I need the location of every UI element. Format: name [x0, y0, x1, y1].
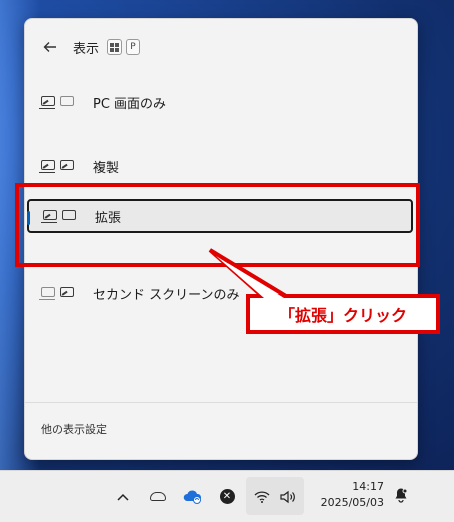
- keyboard-shortcut: P: [107, 39, 141, 55]
- show-hidden-icons-chevron-icon[interactable]: [114, 471, 132, 522]
- wifi-icon: [252, 471, 272, 522]
- option-pc-screen-only[interactable]: PC 画面のみ: [39, 84, 411, 120]
- option-label: 複製: [93, 160, 120, 176]
- clock-time: 14:17: [352, 480, 384, 493]
- back-arrow-icon[interactable]: [41, 38, 59, 56]
- windows-key-icon: [107, 39, 123, 55]
- option-label: セカンド スクリーンのみ: [93, 287, 240, 303]
- panel-header: 表示 P: [41, 35, 141, 59]
- extend-highlight-box: [15, 183, 420, 267]
- callout-label: 「拡張」クリック: [246, 294, 440, 334]
- footer-divider: [25, 402, 417, 403]
- error-x-icon[interactable]: ✕: [218, 471, 236, 522]
- panel-title: 表示: [73, 41, 100, 57]
- option-label: PC 画面のみ: [93, 96, 167, 112]
- second-screen-only-icon: [39, 285, 81, 301]
- more-display-settings-link[interactable]: 他の表示設定: [41, 421, 107, 437]
- option-duplicate[interactable]: 複製: [39, 148, 411, 184]
- p-key: P: [126, 39, 141, 55]
- clock-date: 2025/05/03: [320, 496, 384, 509]
- pc-screen-only-icon: [39, 94, 81, 110]
- notification-bell-icon[interactable]: [394, 487, 408, 503]
- taskbar: ✕ 14:17 2025/05/03: [0, 470, 454, 522]
- taskbar-clock[interactable]: 14:17 2025/05/03: [318, 479, 384, 511]
- duplicate-icon: [39, 158, 81, 174]
- onedrive-sync-icon[interactable]: [182, 471, 204, 522]
- volume-icon: [278, 471, 298, 522]
- onedrive-cloud-icon[interactable]: [148, 471, 168, 522]
